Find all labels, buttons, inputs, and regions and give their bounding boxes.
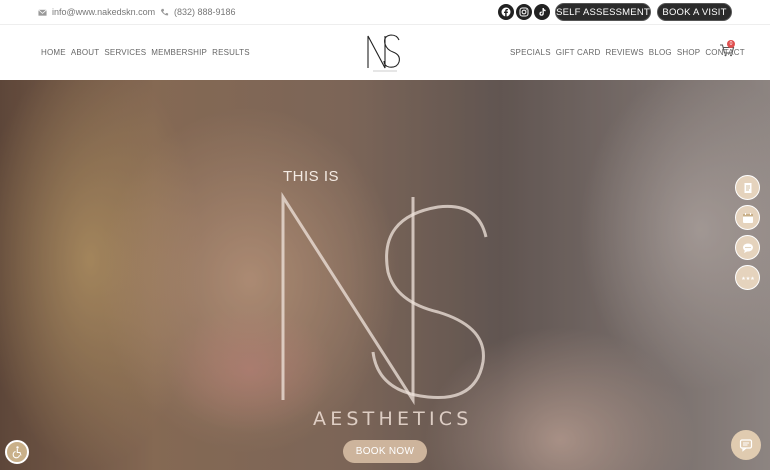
accessibility-button[interactable] xyxy=(5,440,29,464)
nav-left-group: HOME ABOUT SERVICES MEMBERSHIP RESULTS xyxy=(41,48,250,57)
star-rating-icon[interactable]: ★★★ xyxy=(735,265,760,290)
live-chat-button[interactable] xyxy=(731,430,761,460)
main-nav: HOME ABOUT SERVICES MEMBERSHIP RESULTS S… xyxy=(0,25,770,80)
nav-item-reviews[interactable]: REVIEWS xyxy=(606,48,644,57)
nav-item-services[interactable]: SERVICES xyxy=(104,48,146,57)
envelope-icon xyxy=(38,9,47,16)
tiktok-icon[interactable] xyxy=(534,4,550,20)
svg-text:★★★: ★★★ xyxy=(742,276,754,282)
document-icon[interactable] xyxy=(735,175,760,200)
nav-item-results[interactable]: RESULTS xyxy=(212,48,250,57)
nav-item-blog[interactable]: BLOG xyxy=(649,48,672,57)
phone-text: (832) 888-9186 xyxy=(174,7,236,17)
calendar-icon[interactable] xyxy=(735,205,760,230)
top-bar: info@www.nakedskn.com (832) 888-9186 SEL… xyxy=(0,0,770,25)
email-link[interactable]: info@www.nakedskn.com xyxy=(38,7,155,17)
nav-item-shop[interactable]: SHOP xyxy=(677,48,700,57)
hero-section: THIS IS AESTHETICS BOOK NOW xyxy=(0,80,770,470)
nav-right-group: SPECIALS GIFT CARD REVIEWS BLOG SHOP CON… xyxy=(510,48,745,57)
nav-item-specials[interactable]: SPECIALS xyxy=(510,48,551,57)
email-text: info@www.nakedskn.com xyxy=(52,7,156,17)
ns-logo[interactable] xyxy=(363,30,407,74)
hero-ns-logo xyxy=(281,192,488,406)
book-visit-button[interactable]: BOOK A VISIT xyxy=(657,3,732,21)
phone-link[interactable]: (832) 888-9186 xyxy=(160,7,236,17)
hero-prefix-text: THIS IS xyxy=(283,168,340,185)
message-icon xyxy=(739,439,753,452)
self-assessment-button[interactable]: SELF ASSESSMENT xyxy=(555,3,651,21)
hero-wordmark: AESTHETICS xyxy=(313,408,473,430)
nav-item-about[interactable]: ABOUT xyxy=(71,48,100,57)
facebook-icon[interactable] xyxy=(498,4,514,20)
book-now-button[interactable]: BOOK NOW xyxy=(343,440,427,463)
nav-item-home[interactable]: HOME xyxy=(41,48,66,57)
nav-item-membership[interactable]: MEMBERSHIP xyxy=(151,48,207,57)
cart-count-badge: 0 xyxy=(727,40,735,48)
wheelchair-icon xyxy=(12,446,22,459)
phone-icon xyxy=(160,8,169,15)
nav-item-gift-card[interactable]: GIFT CARD xyxy=(556,48,601,57)
instagram-icon[interactable] xyxy=(516,4,532,20)
chat-bubble-icon[interactable] xyxy=(735,235,760,260)
